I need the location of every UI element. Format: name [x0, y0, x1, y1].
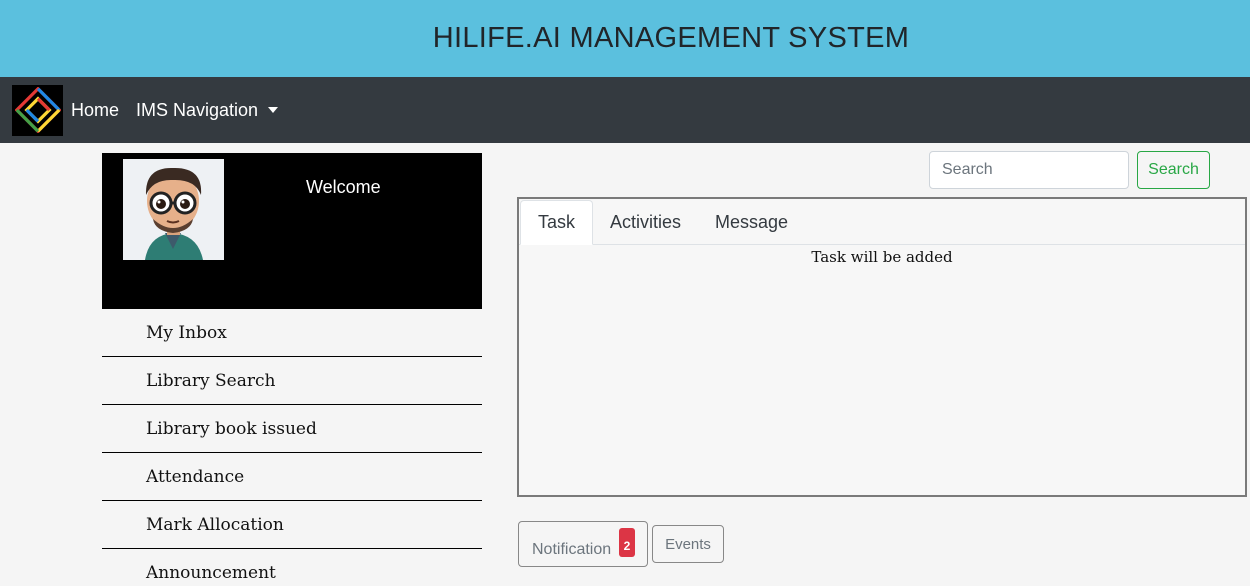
notification-label: Notification — [532, 541, 612, 558]
user-avatar — [123, 159, 224, 260]
sidebar-item-library-book-issued[interactable]: Library book issued — [102, 405, 482, 453]
caret-down-icon — [268, 107, 279, 113]
notification-button[interactable]: Notification 2 — [518, 521, 648, 567]
tab-message[interactable]: Message — [698, 200, 805, 244]
tab-panel: Task Activities Message Task will be add… — [517, 197, 1247, 497]
sidebar-item-mark-allocation[interactable]: Mark Allocation — [102, 501, 482, 549]
sidebar-item-announcement[interactable]: Announcement — [102, 549, 482, 586]
sidebar-item-library-search[interactable]: Library Search — [102, 357, 482, 405]
app-header: HILIFE.AI MANAGEMENT SYSTEM — [0, 0, 1250, 77]
notification-count-badge: 2 — [619, 528, 635, 557]
tab-bar: Task Activities Message — [519, 199, 1245, 245]
hilife-logo-icon[interactable] — [12, 84, 63, 136]
sidebar-menu: My Inbox Library Search Library book iss… — [102, 309, 482, 586]
profile-card: Welcome — [102, 153, 482, 309]
tab-task[interactable]: Task — [520, 200, 594, 245]
nav-ims-dropdown[interactable]: IMS Navigation — [136, 99, 279, 121]
search-button[interactable]: Search — [1137, 151, 1210, 189]
tab-activities[interactable]: Activities — [593, 200, 698, 244]
sidebar-item-attendance[interactable]: Attendance — [102, 453, 482, 501]
search-input[interactable] — [929, 151, 1129, 189]
nav-ims-label: IMS Navigation — [136, 99, 259, 120]
sidebar-item-my-inbox[interactable]: My Inbox — [102, 309, 482, 357]
welcome-text: Welcome — [306, 177, 381, 197]
navbar: Home IMS Navigation — [0, 77, 1250, 143]
app-title: HILIFE.AI MANAGEMENT SYSTEM — [432, 22, 910, 54]
tab-content: Task will be added — [811, 248, 953, 266]
events-button[interactable]: Events — [652, 525, 724, 563]
nav-home-link[interactable]: Home — [71, 100, 119, 121]
